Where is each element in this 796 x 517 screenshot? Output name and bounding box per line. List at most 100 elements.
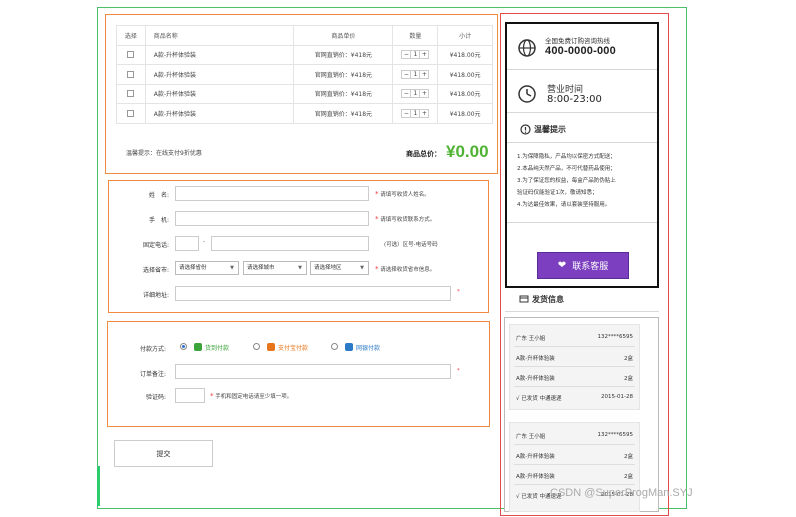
- table-row: A款-升杯体验装 官网直销价：¥418元 −1 + ¥418.00元: [116, 103, 493, 124]
- captcha-input[interactable]: [175, 388, 205, 403]
- plus-button[interactable]: +: [420, 110, 428, 117]
- name-label: 姓 名:: [148, 192, 169, 199]
- ship-person: 广东 王小姐: [516, 336, 546, 342]
- phone-input[interactable]: [175, 211, 369, 226]
- divider: [514, 444, 635, 445]
- row-checkbox[interactable]: [127, 51, 135, 59]
- captcha-label: 验证码:: [145, 394, 166, 401]
- frame-accent: [97, 466, 100, 506]
- divider: [507, 222, 657, 223]
- globe-phone-icon: [518, 39, 536, 57]
- table-row: A款-升杯体验装 官网直销价：¥418元 −1 + ¥418.00元: [116, 83, 493, 104]
- unit-price: 官网直销价：¥418元: [293, 44, 394, 65]
- watermark: CSDN @SuperProgMan.SYJ: [550, 487, 693, 499]
- province-select[interactable]: 请选择省份 ▼: [175, 261, 239, 275]
- tel-hint: (可选）区号-电话号码: [384, 242, 438, 248]
- minus-button[interactable]: −: [402, 90, 410, 97]
- table-row: A款-升杯体验装 官网直销价：¥418元 −1 + ¥418.00元: [116, 64, 493, 85]
- plus-button[interactable]: +: [420, 90, 428, 97]
- subtotal: ¥418.00元: [437, 64, 493, 85]
- unit-price: 官网直销价：¥418元: [293, 64, 394, 85]
- plus-button[interactable]: +: [420, 71, 428, 78]
- plus-button[interactable]: +: [420, 51, 428, 58]
- divider: [514, 366, 635, 367]
- divider: [505, 311, 659, 312]
- cart-table: 选择 商品名称 商品单价 数量 小计 A款-升杯体验装 官网直销价：¥418元 …: [116, 25, 493, 124]
- total-price: ¥0.00: [446, 142, 489, 161]
- clock-phone-icon: [518, 85, 536, 103]
- row-checkbox[interactable]: [127, 90, 135, 98]
- tel-dash: -: [203, 239, 205, 245]
- ship-person: 广东 王小姐: [516, 434, 546, 440]
- quantity-value[interactable]: 1: [410, 70, 421, 78]
- address-detail-input[interactable]: [175, 286, 451, 301]
- chevron-down-icon: ▼: [360, 265, 364, 271]
- product-name[interactable]: A款-升杯体验装: [144, 64, 295, 85]
- quantity-value[interactable]: 1: [410, 90, 421, 98]
- ship-status-row: √ 已发货 中通速递 2015-01-28: [516, 394, 633, 402]
- minus-button[interactable]: −: [402, 51, 410, 58]
- ship-item-row: A款-升杯体验装 2盒: [516, 376, 633, 382]
- hotline-number: 400-0000-000: [545, 45, 616, 57]
- cart-header-row: 选择 商品名称 商品单价 数量 小计: [116, 25, 493, 46]
- subtotal: ¥418.00元: [437, 103, 493, 124]
- notice-line: 1.为保障隐私，产品均以保密方式配送；: [517, 154, 616, 160]
- divider: [507, 112, 657, 113]
- table-row: A款-升杯体验装 官网直销价：¥418元 −1 + ¥418.00元: [116, 44, 493, 65]
- name-hint: * 请填写收货人姓名。: [375, 190, 430, 198]
- city-select[interactable]: 请选择城市 ▼: [243, 261, 307, 275]
- product-name[interactable]: A款-升杯体验装: [144, 83, 295, 104]
- info-icon: [520, 124, 531, 135]
- header-select: 选择: [116, 25, 146, 46]
- notice-line: 验证码仅能验证1次，敬请知悉；: [517, 190, 598, 196]
- radio-cod[interactable]: [180, 343, 187, 350]
- district-select[interactable]: 请选择地区 ▼: [310, 261, 369, 275]
- quantity-stepper[interactable]: −1 +: [401, 50, 430, 60]
- ship-person-row: 广东 王小姐 132****6595: [516, 432, 633, 440]
- name-input[interactable]: [175, 186, 369, 201]
- ship-item-row: A款-升杯体验装 2盒: [516, 454, 633, 460]
- quantity-stepper[interactable]: −1 +: [401, 89, 430, 99]
- quantity-stepper[interactable]: −1 +: [401, 108, 430, 118]
- radio-bank[interactable]: [331, 343, 338, 350]
- product-name[interactable]: A款-升杯体验装: [144, 103, 295, 124]
- tel-number-input[interactable]: [211, 236, 369, 251]
- phone-hint: * 请填写收货联系方式。: [375, 215, 436, 223]
- quantity-stepper[interactable]: −1 +: [401, 69, 430, 79]
- row-checkbox[interactable]: [127, 109, 135, 117]
- minus-button[interactable]: −: [402, 110, 410, 117]
- pay-option-alipay[interactable]: 支付宝付款: [278, 343, 308, 352]
- radio-alipay[interactable]: [253, 343, 260, 350]
- chevron-down-icon: ▼: [230, 265, 234, 271]
- heart-icon: ❤: [557, 260, 567, 271]
- divider: [514, 464, 635, 465]
- quantity-value[interactable]: 1: [410, 109, 421, 117]
- shipping-title: 发货信息: [532, 295, 564, 304]
- shipping-card: 广东 王小姐 132****6595 A款-升杯体验装 2盒 A款-升杯体验装 2盒 …: [509, 324, 640, 410]
- city-label: 选择省市:: [142, 267, 169, 274]
- hotline-title: 全国免费订购咨询热线: [545, 37, 610, 45]
- unit-price: 官网直销价：¥418元: [293, 103, 394, 124]
- remark-input[interactable]: [175, 364, 451, 379]
- divider: [514, 346, 635, 347]
- city-hint: * 请选择收货省市信息。: [375, 265, 436, 273]
- notice-line: 3.为了保证您的权益，每盒产品防伪贴上: [517, 178, 616, 184]
- submit-button[interactable]: 提交: [114, 440, 213, 467]
- contact-service-button[interactable]: ❤ 联系客服: [537, 252, 629, 279]
- total-label: 商品总价：: [406, 150, 441, 158]
- divider: [507, 142, 657, 143]
- cod-icon: [194, 343, 202, 351]
- subtotal: ¥418.00元: [437, 83, 493, 104]
- tel-area-input[interactable]: [175, 236, 199, 251]
- pay-option-cod[interactable]: 货到付款: [205, 343, 229, 352]
- row-checkbox[interactable]: [127, 70, 135, 78]
- shipping-icon: [519, 295, 529, 303]
- divider: [514, 386, 635, 387]
- pay-option-bank[interactable]: 网银付款: [356, 343, 380, 352]
- quantity-value[interactable]: 1: [410, 51, 421, 59]
- header-qty: 数量: [392, 25, 439, 46]
- product-name[interactable]: A款-升杯体验装: [144, 44, 295, 65]
- contact-service-label: 联系客服: [572, 262, 609, 272]
- minus-button[interactable]: −: [402, 71, 410, 78]
- cart-panel: 选择 商品名称 商品单价 数量 小计 A款-升杯体验装 官网直销价：¥418元 …: [105, 14, 498, 174]
